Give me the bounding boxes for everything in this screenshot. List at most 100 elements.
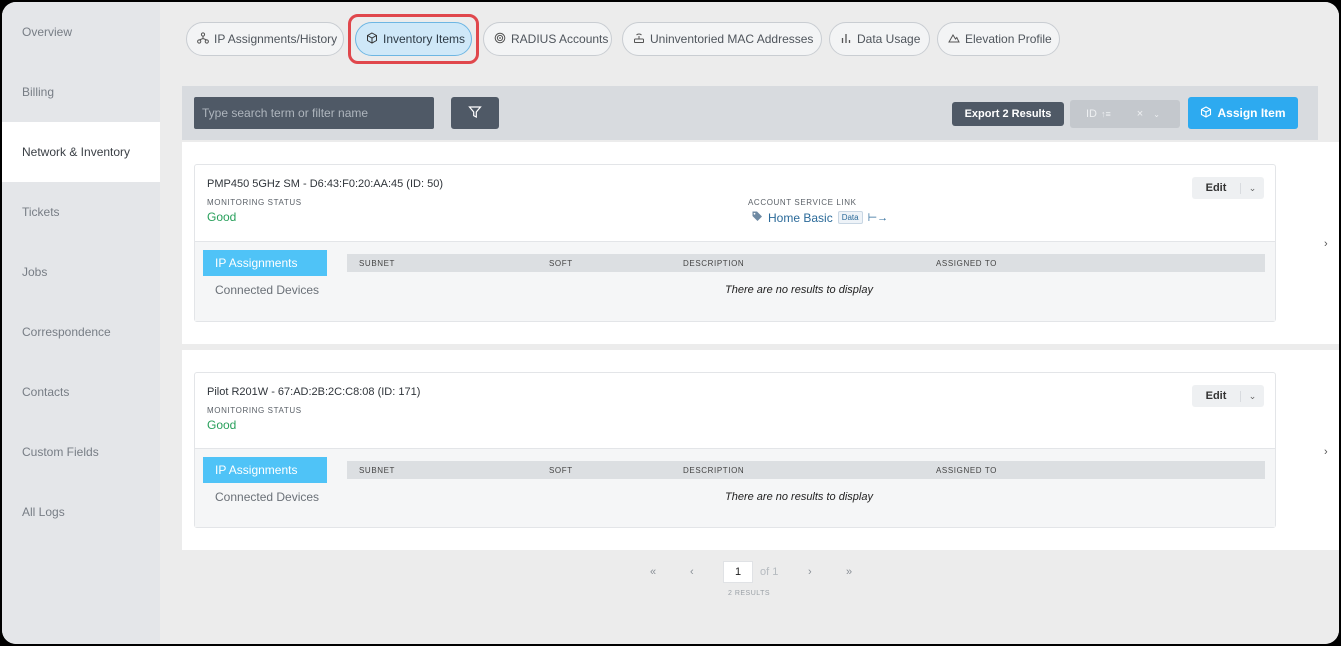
column-header-subnet: SUBNET — [359, 466, 396, 475]
page-number-input[interactable]: 1 — [723, 561, 753, 583]
tab-label: Data Usage — [857, 32, 921, 46]
inventory-item-card: Pilot R201W - 67:AD:2B:2C:C8:08 (ID: 171… — [194, 372, 1276, 528]
sidebar-item-label: Network & Inventory — [22, 145, 131, 159]
sidebar-item-contacts[interactable]: Contacts — [2, 362, 160, 422]
assign-label: Assign Item — [1217, 106, 1286, 120]
tab-elevation-profile[interactable]: Elevation Profile — [937, 22, 1060, 56]
empty-results-message: There are no results to display — [725, 284, 873, 296]
service-type-badge: Data — [837, 211, 863, 224]
main-content: IP Assignments/History Inventory Items R… — [160, 2, 1339, 644]
column-header-assigned-to: ASSIGNED TO — [936, 259, 997, 268]
results-count: 2 RESULTS — [728, 590, 771, 597]
column-header-description: DESCRIPTION — [683, 259, 745, 268]
tab-ip-assignments[interactable]: IP Assignments — [203, 250, 327, 276]
app-window: Overview Billing Network & Inventory Tic… — [2, 2, 1339, 644]
tab-label: IP Assignments/History — [214, 32, 338, 46]
tab-label: IP Assignments — [215, 463, 298, 477]
tag-icon — [751, 210, 763, 225]
sidebar-item-jobs[interactable]: Jobs — [2, 242, 160, 302]
edit-label: Edit — [1205, 390, 1227, 402]
tab-data-usage[interactable]: Data Usage — [829, 22, 930, 56]
sidebar-item-all-logs[interactable]: All Logs — [2, 482, 160, 542]
sort-select[interactable]: ID ↑≡ × ⌄ — [1070, 100, 1180, 128]
monitoring-status-value: Good — [207, 210, 237, 224]
export-results-button[interactable]: Export 2 Results — [952, 102, 1064, 126]
cube-icon — [1200, 105, 1212, 121]
sidebar-item-label: Correspondence — [22, 325, 111, 339]
external-link-icon: ⊢→ — [867, 212, 889, 224]
tab-label: Elevation Profile — [965, 32, 1052, 46]
page-total: of 1 — [760, 566, 779, 578]
sidebar-item-label: Billing — [22, 85, 55, 99]
tab-uninventoried-mac-addresses[interactable]: Uninventoried MAC Addresses — [622, 22, 822, 56]
tab-label: RADIUS Accounts — [511, 32, 609, 46]
item-sub-panel: IP Assignments Connected Devices SUBNET … — [195, 241, 1275, 321]
tab-label: Connected Devices — [215, 283, 320, 297]
prev-page-button[interactable]: ‹ — [690, 566, 694, 578]
export-label: Export 2 Results — [964, 108, 1052, 120]
edit-label: Edit — [1205, 182, 1227, 194]
tab-ip-assignments-history[interactable]: IP Assignments/History — [186, 22, 344, 56]
tab-radius-accounts[interactable]: RADIUS Accounts — [483, 22, 612, 56]
monitoring-status-label: MONITORING STATUS — [207, 198, 302, 207]
last-page-button[interactable]: » — [846, 566, 852, 578]
sidebar-item-label: Contacts — [22, 385, 70, 399]
edit-button[interactable]: Edit ⌄ — [1192, 177, 1264, 199]
tab-label: Inventory Items — [383, 32, 466, 46]
target-icon — [494, 32, 506, 47]
tab-label: Connected Devices — [215, 490, 320, 504]
sidebar-item-network-inventory[interactable]: Network & Inventory — [2, 122, 160, 182]
sidebar-item-billing[interactable]: Billing — [2, 62, 160, 122]
sidebar: Overview Billing Network & Inventory Tic… — [2, 2, 160, 644]
chevron-down-icon[interactable]: ⌄ — [1240, 390, 1264, 402]
column-header-assigned-to: ASSIGNED TO — [936, 466, 997, 475]
column-header-soft: SOFT — [549, 259, 573, 268]
sidebar-item-label: Custom Fields — [22, 445, 99, 459]
router-icon — [633, 32, 645, 47]
item-title: PMP450 5GHz SM - D6:43:F0:20:AA:45 (ID: … — [207, 178, 443, 190]
sort-label: ID — [1086, 108, 1097, 120]
mountain-icon — [948, 32, 960, 47]
tab-inventory-items[interactable]: Inventory Items — [355, 22, 472, 56]
account-service-link-label: ACCOUNT SERVICE LINK — [748, 198, 857, 207]
column-header-soft: SOFT — [549, 466, 573, 475]
chevron-down-icon[interactable]: ⌄ — [1240, 182, 1264, 194]
clear-icon[interactable]: × — [1137, 108, 1143, 120]
sort-order-icon: ↑≡ — [1101, 109, 1111, 119]
bar-chart-icon — [840, 32, 852, 47]
first-page-button[interactable]: « — [650, 566, 656, 578]
account-service-link[interactable]: Home Basic Data ⊢→ — [751, 210, 888, 225]
tab-label: Uninventoried MAC Addresses — [650, 32, 814, 46]
edit-button[interactable]: Edit ⌄ — [1192, 385, 1264, 407]
chevron-right-icon[interactable]: › — [1324, 446, 1328, 458]
chevron-right-icon[interactable]: › — [1324, 238, 1328, 250]
tab-connected-devices[interactable]: Connected Devices — [215, 283, 319, 297]
next-page-button[interactable]: › — [808, 566, 812, 578]
table-header: SUBNET SOFT DESCRIPTION ASSIGNED TO — [347, 461, 1265, 479]
sidebar-item-correspondence[interactable]: Correspondence — [2, 302, 160, 362]
search-input[interactable]: Type search term or filter name — [194, 97, 434, 129]
sidebar-item-label: Tickets — [22, 205, 60, 219]
sidebar-item-label: Jobs — [22, 265, 48, 279]
tab-ip-assignments[interactable]: IP Assignments — [203, 457, 327, 483]
sidebar-item-tickets[interactable]: Tickets — [2, 182, 160, 242]
tab-label: IP Assignments — [215, 256, 298, 270]
cube-icon — [366, 31, 378, 47]
filter-button[interactable] — [451, 97, 499, 129]
chevron-down-icon[interactable]: ⌄ — [1153, 110, 1160, 119]
column-header-description: DESCRIPTION — [683, 466, 745, 475]
column-header-subnet: SUBNET — [359, 259, 396, 268]
inventory-item-card: PMP450 5GHz SM - D6:43:F0:20:AA:45 (ID: … — [194, 164, 1276, 322]
assign-item-button[interactable]: Assign Item — [1188, 97, 1298, 129]
sidebar-item-overview[interactable]: Overview — [2, 2, 160, 62]
monitoring-status-label: MONITORING STATUS — [207, 406, 302, 415]
inventory-item-row: Pilot R201W - 67:AD:2B:2C:C8:08 (ID: 171… — [182, 350, 1339, 550]
table-header: SUBNET SOFT DESCRIPTION ASSIGNED TO — [347, 254, 1265, 272]
empty-results-message: There are no results to display — [725, 491, 873, 503]
tab-connected-devices[interactable]: Connected Devices — [215, 490, 319, 504]
service-link-text: Home Basic — [768, 210, 833, 225]
search-placeholder: Type search term or filter name — [202, 106, 369, 120]
item-title: Pilot R201W - 67:AD:2B:2C:C8:08 (ID: 171… — [207, 386, 421, 398]
sidebar-item-custom-fields[interactable]: Custom Fields — [2, 422, 160, 482]
network-icon — [197, 31, 209, 47]
